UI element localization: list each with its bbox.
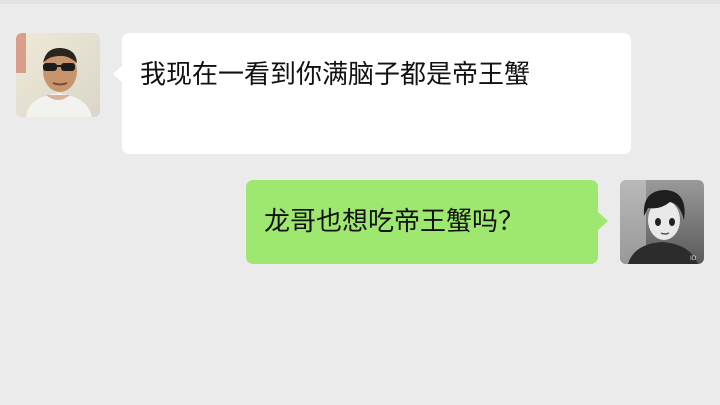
contact-avatar-icon[interactable] [16,33,100,117]
outgoing-message-text: 龙哥也想吃帝王蟹吗？ [264,207,525,237]
self-avatar-icon[interactable]: ID [620,180,704,264]
top-divider [0,0,720,4]
incoming-message-text: 我现在一看到你满脑子都是帝王蟹 [140,60,531,90]
incoming-message-bubble[interactable]: 我现在一看到你满脑子都是帝王蟹 [113,33,631,154]
outgoing-message-bubble[interactable]: 龙哥也想吃帝王蟹吗？ [246,180,608,264]
chat-conversation: 我现在一看到你满脑子都是帝王蟹 龙哥也想吃帝王蟹吗？ ID [0,0,720,405]
svg-text:ID: ID [690,255,697,262]
